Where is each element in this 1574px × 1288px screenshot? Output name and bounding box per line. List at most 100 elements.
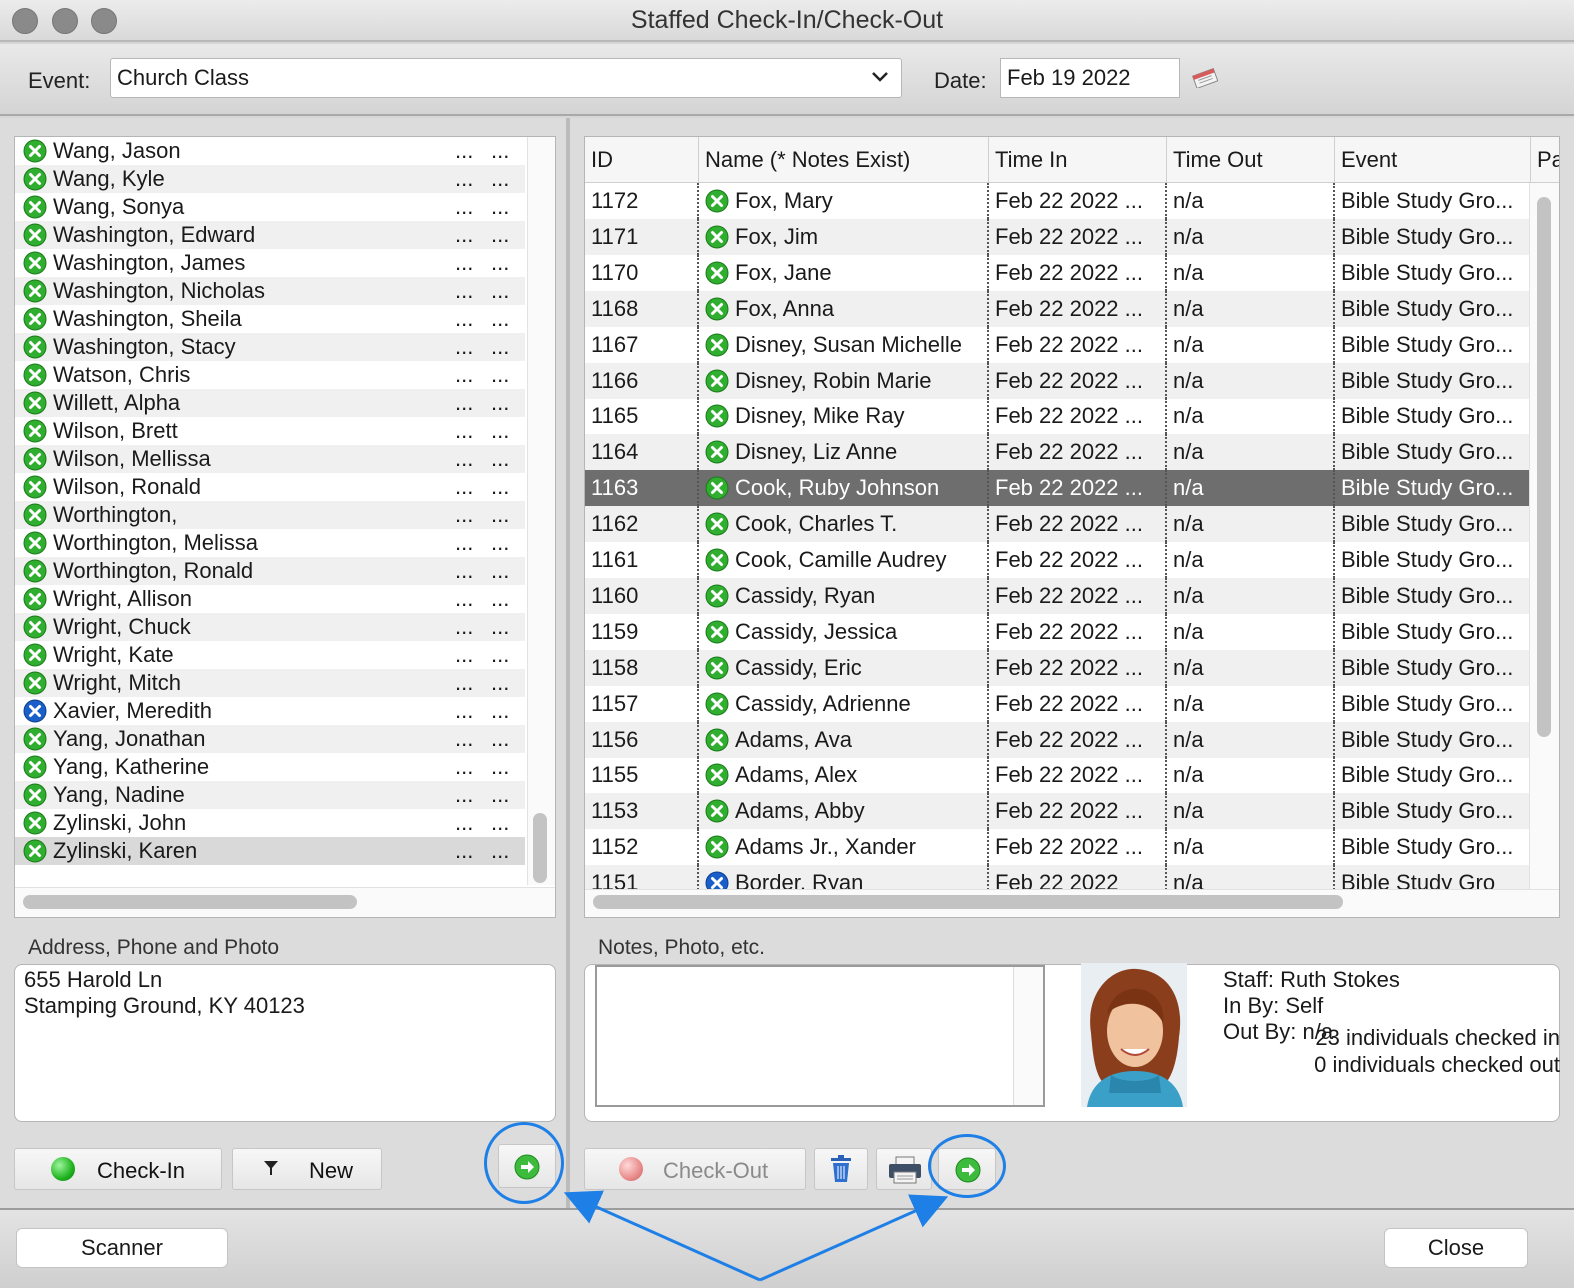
ellipsis-button[interactable]: ...: [491, 669, 509, 697]
ellipsis-button[interactable]: ...: [491, 753, 509, 781]
list-item[interactable]: Worthington, Ronald......: [15, 557, 525, 585]
check-out-button[interactable]: Check-Out: [584, 1148, 806, 1190]
list-item[interactable]: Zylinski, John......: [15, 809, 525, 837]
ellipsis-button[interactable]: ...: [491, 501, 509, 529]
table-row[interactable]: 1167 Disney, Susan Michelle Feb 22 2022 .…: [585, 326, 1529, 363]
ellipsis-button[interactable]: ...: [491, 417, 509, 445]
people-list-vertical-scroll-thumb[interactable]: [533, 813, 547, 883]
ellipsis-button[interactable]: ...: [491, 697, 509, 725]
list-item[interactable]: Wilson, Mellissa......: [15, 445, 525, 473]
people-list-vertical-scrollbar[interactable]: [527, 137, 555, 885]
table-row[interactable]: 1157 Cassidy, Adrienne Feb 22 2022 ... n/a…: [585, 685, 1529, 722]
column-header-event[interactable]: Event: [1335, 137, 1531, 183]
table-row[interactable]: 1170 Fox, Jane Feb 22 2022 ... n/a Bible St…: [585, 254, 1529, 291]
date-field[interactable]: Feb 19 2022: [1000, 58, 1180, 98]
list-item[interactable]: Worthington,......: [15, 501, 525, 529]
ellipsis-button[interactable]: ...: [455, 501, 473, 529]
ellipsis-button[interactable]: ...: [491, 389, 509, 417]
ellipsis-button[interactable]: ...: [491, 781, 509, 809]
list-item[interactable]: Zylinski, Karen......: [15, 837, 525, 865]
list-item[interactable]: Xavier, Meredith......: [15, 697, 525, 725]
table-horizontal-scroll-thumb[interactable]: [593, 895, 1343, 909]
table-row[interactable]: 1155 Adams, Alex Feb 22 2022 ... n/a Bible …: [585, 757, 1529, 794]
ellipsis-button[interactable]: ...: [455, 529, 473, 557]
column-header-name[interactable]: Name (* Notes Exist): [699, 137, 989, 183]
ellipsis-button[interactable]: ...: [455, 193, 473, 221]
column-header-pa[interactable]: Pa: [1531, 137, 1559, 183]
people-list-horizontal-scroll-thumb[interactable]: [23, 895, 357, 909]
table-vertical-scroll-thumb[interactable]: [1537, 197, 1551, 737]
ellipsis-button[interactable]: ...: [455, 445, 473, 473]
list-item[interactable]: Watson, Chris......: [15, 361, 525, 389]
list-item[interactable]: Wilson, Ronald......: [15, 473, 525, 501]
list-item[interactable]: Wang, Kyle......: [15, 165, 525, 193]
ellipsis-button[interactable]: ...: [491, 725, 509, 753]
list-item[interactable]: Yang, Jonathan......: [15, 725, 525, 753]
event-select[interactable]: Church Class: [110, 58, 902, 98]
ellipsis-button[interactable]: ...: [455, 221, 473, 249]
table-row[interactable]: 1160 Cassidy, Ryan Feb 22 2022 ... n/a Bibl…: [585, 577, 1529, 614]
ellipsis-button[interactable]: ...: [455, 837, 473, 865]
list-item[interactable]: Yang, Katherine......: [15, 753, 525, 781]
ellipsis-button[interactable]: ...: [491, 277, 509, 305]
table-row[interactable]: 1156 Adams, Ava Feb 22 2022 ... n/a Bible S…: [585, 721, 1529, 758]
ellipsis-button[interactable]: ...: [455, 165, 473, 193]
people-list[interactable]: Zylinski, Karen...... Zylinski, John....…: [14, 136, 556, 918]
table-row[interactable]: 1165 Disney, Mike Ray Feb 22 2022 ... n/a B…: [585, 398, 1529, 435]
ellipsis-button[interactable]: ...: [455, 613, 473, 641]
ellipsis-button[interactable]: ...: [491, 613, 509, 641]
ellipsis-button[interactable]: ...: [455, 697, 473, 725]
ellipsis-button[interactable]: ...: [455, 417, 473, 445]
table-row[interactable]: 1162 Cook, Charles T. Feb 22 2022 ... n/a B…: [585, 506, 1529, 543]
ellipsis-button[interactable]: ...: [491, 221, 509, 249]
ellipsis-button[interactable]: ...: [491, 641, 509, 669]
ellipsis-button[interactable]: ...: [455, 305, 473, 333]
ellipsis-button[interactable]: ...: [455, 585, 473, 613]
table-row[interactable]: 1168 Fox, Anna Feb 22 2022 ... n/a Bible St…: [585, 290, 1529, 327]
calendar-icon[interactable]: [1192, 68, 1218, 88]
list-item[interactable]: Wilson, Brett......: [15, 417, 525, 445]
column-header-time-in[interactable]: Time In: [989, 137, 1167, 183]
ellipsis-button[interactable]: ...: [455, 641, 473, 669]
column-header-time-out[interactable]: Time Out: [1167, 137, 1335, 183]
table-row[interactable]: 1164 Disney, Liz Anne Feb 22 2022 ... n/a B…: [585, 434, 1529, 471]
ellipsis-button[interactable]: ...: [491, 557, 509, 585]
checkin-table[interactable]: ID Name (* Notes Exist) Time In Time Out…: [584, 136, 1560, 918]
ellipsis-button[interactable]: ...: [491, 137, 509, 165]
notes-scrollbar[interactable]: [1013, 967, 1043, 1105]
ellipsis-button[interactable]: ...: [455, 137, 473, 165]
ellipsis-button[interactable]: ...: [455, 249, 473, 277]
ellipsis-button[interactable]: ...: [491, 809, 509, 837]
ellipsis-button[interactable]: ...: [455, 669, 473, 697]
list-item[interactable]: Willett, Alpha......: [15, 389, 525, 417]
list-item[interactable]: Wright, Kate......: [15, 641, 525, 669]
list-item[interactable]: Wang, Sonya......: [15, 193, 525, 221]
ellipsis-button[interactable]: ...: [491, 193, 509, 221]
new-button[interactable]: New: [232, 1148, 382, 1190]
list-item[interactable]: Worthington, Melissa......: [15, 529, 525, 557]
ellipsis-button[interactable]: ...: [491, 445, 509, 473]
table-row[interactable]: 1161 Cook, Camille Audrey Feb 22 2022 ...…: [585, 542, 1529, 578]
list-item[interactable]: Washington, Stacy......: [15, 333, 525, 361]
ellipsis-button[interactable]: ...: [455, 473, 473, 501]
list-item[interactable]: Washington, Nicholas......: [15, 277, 525, 305]
table-row[interactable]: 1171 Fox, Jim Feb 22 2022 ... n/a Bible Stu…: [585, 218, 1529, 255]
column-header-id[interactable]: ID: [585, 137, 699, 183]
ellipsis-button[interactable]: ...: [455, 361, 473, 389]
ellipsis-button[interactable]: ...: [491, 333, 509, 361]
list-item[interactable]: Yang, Nadine......: [15, 781, 525, 809]
check-in-button[interactable]: Check-In: [14, 1148, 222, 1190]
ellipsis-button[interactable]: ...: [455, 277, 473, 305]
table-row[interactable]: 1153 Adams, Abby Feb 22 2022 ... n/a Bible …: [585, 793, 1529, 830]
ellipsis-button[interactable]: ...: [491, 837, 509, 865]
ellipsis-button[interactable]: ...: [455, 389, 473, 417]
scanner-button[interactable]: Scanner: [16, 1228, 228, 1268]
ellipsis-button[interactable]: ...: [491, 473, 509, 501]
ellipsis-button[interactable]: ...: [491, 249, 509, 277]
ellipsis-button[interactable]: ...: [491, 165, 509, 193]
ellipsis-button[interactable]: ...: [455, 725, 473, 753]
list-item[interactable]: Wright, Allison......: [15, 585, 525, 613]
ellipsis-button[interactable]: ...: [491, 361, 509, 389]
ellipsis-button[interactable]: ...: [455, 333, 473, 361]
table-row[interactable]: 1152 Adams Jr., Xander Feb 22 2022 ... n/a…: [585, 829, 1529, 866]
